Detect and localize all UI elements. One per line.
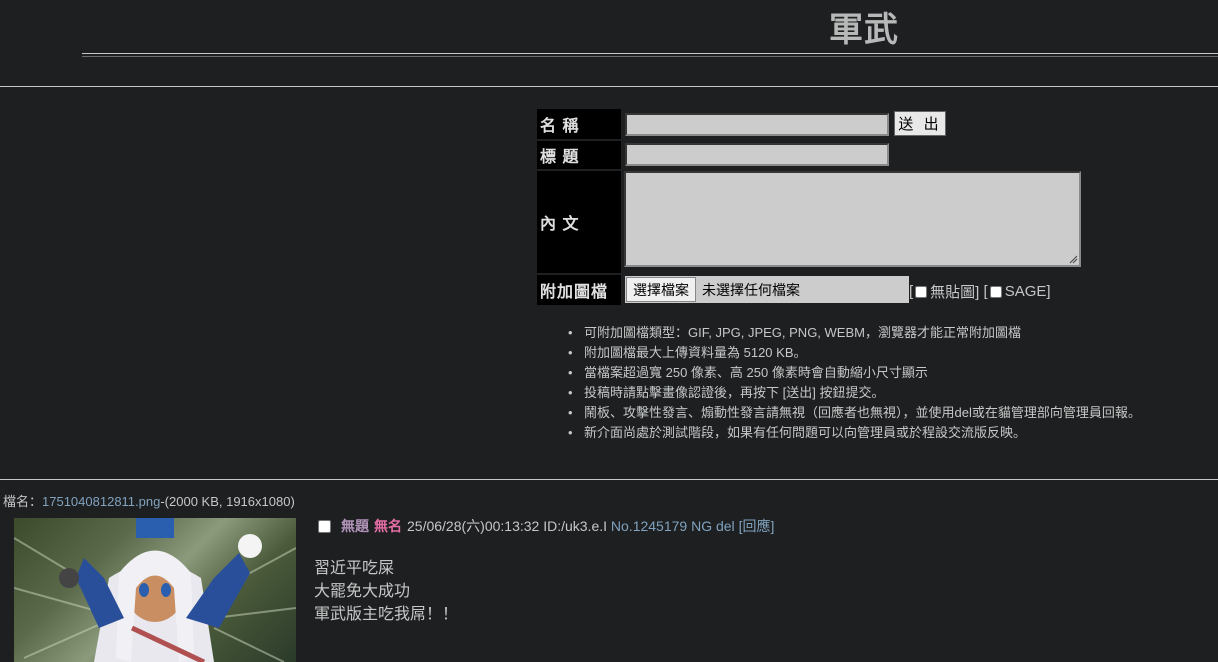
name-label: 名 稱 xyxy=(537,109,621,139)
post-body: 習近平吃屎 大罷免大成功 軍武版主吃我屌！！ xyxy=(314,557,458,626)
post-subject: 無題 xyxy=(341,518,369,534)
title-divider-shadow xyxy=(82,56,1218,57)
rule-item: 當檔案超過寬 250 像素、高 250 像素時會自動縮小尺寸顯示 xyxy=(568,363,1141,383)
rule-item: 投稿時請點擊畫像認證後，再按下 [送出] 按鈕提交。 xyxy=(568,383,1141,403)
reply-link[interactable]: [回應] xyxy=(739,516,775,536)
file-meta: -(2000 KB, 1916x1080) xyxy=(160,494,295,509)
post-select-checkbox[interactable] xyxy=(318,519,331,533)
threads-divider xyxy=(0,479,1218,480)
board-title: 軍武 xyxy=(0,0,1218,49)
file-link[interactable]: 1751040812811.png xyxy=(42,494,160,509)
post-line: 習近平吃屎 xyxy=(314,560,395,577)
posting-rules: 可附加圖檔類型：GIF, JPG, JPEG, PNG, WEBM，瀏覽器才能正… xyxy=(568,323,1141,443)
resize-handle-icon[interactable] xyxy=(1069,255,1078,264)
attach-label: 附加圖檔 xyxy=(537,275,621,305)
content-textarea[interactable] xyxy=(624,171,1081,267)
rule-item: 新介面尚處於測試階段，如果有任何問題可以向管理員或於程設交流版反映。 xyxy=(568,423,1141,443)
subject-label: 標 題 xyxy=(537,141,621,169)
title-divider xyxy=(82,53,1218,54)
file-options: [ 無貼圖] [ SAGE] xyxy=(909,283,1051,301)
rule-item: 附加圖檔最大上傳資料量為 5120 KB。 xyxy=(568,343,1141,363)
post-line: 大罷免大成功 xyxy=(314,583,411,600)
rule-item: 鬧板、攻擊性發言、煽動性發言請無視（回應者也無視），並使用del或在貓管理部向管… xyxy=(568,403,1141,423)
submit-button[interactable]: 送 出 xyxy=(894,111,946,136)
rule-item: 可附加圖檔類型：GIF, JPG, JPEG, PNG, WEBM，瀏覽器才能正… xyxy=(568,323,1141,343)
sage-label: SAGE] xyxy=(1004,283,1051,300)
noimg-label: 無貼圖] xyxy=(930,284,980,301)
anime-character-image xyxy=(14,518,296,662)
file-status: 未選擇任何檔案 xyxy=(702,281,800,298)
post-author: 無名 xyxy=(374,518,402,534)
post-line: 軍武版主吃我屌！！ xyxy=(314,606,459,623)
post-datetime: 25/06/28(六)00:13:32 ID:/uk3.e.I xyxy=(407,518,608,534)
subject-input[interactable] xyxy=(625,143,889,166)
post-number-link[interactable]: No.1245179 xyxy=(611,518,687,534)
file-info: 檔名：1751040812811.png-(2000 KB, 1916x1080… xyxy=(3,491,295,510)
content-label: 內 文 xyxy=(537,171,621,273)
file-prefix: 檔名： xyxy=(3,494,43,509)
delete-link[interactable]: del xyxy=(716,518,735,534)
noimg-checkbox[interactable] xyxy=(915,285,928,298)
choose-file-button[interactable]: 選擇檔案 xyxy=(626,277,696,302)
sage-checkbox[interactable] xyxy=(989,285,1002,298)
board-title-text: 軍武 xyxy=(829,11,899,49)
name-input[interactable] xyxy=(625,113,889,136)
post-header: 無題 無名 25/06/28(六)00:13:32 ID:/uk3.e.I No… xyxy=(317,516,774,536)
file-input[interactable]: 選擇檔案 未選擇任何檔案 xyxy=(625,276,909,303)
header-divider xyxy=(0,86,1218,87)
post-thumbnail[interactable] xyxy=(14,518,296,662)
ng-link[interactable]: NG xyxy=(691,518,712,534)
